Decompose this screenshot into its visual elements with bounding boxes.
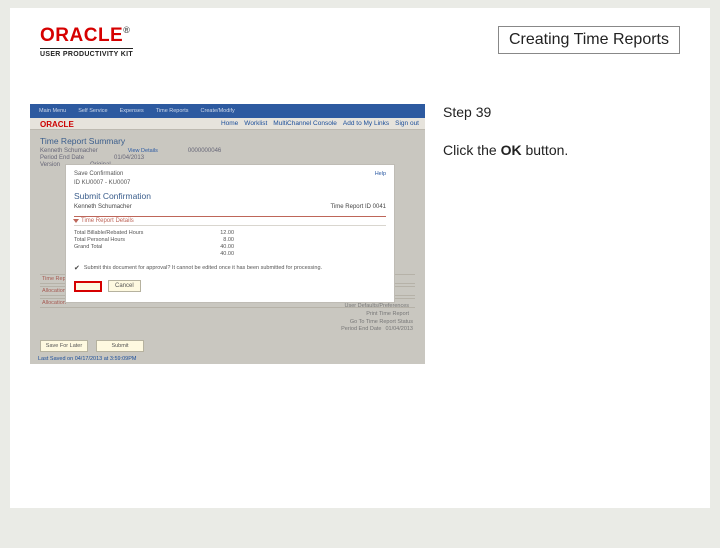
- instruction-pane: Step 39 Click the OK button.: [443, 104, 568, 364]
- banner-link[interactable]: Sign out: [395, 120, 419, 127]
- save-for-later-button[interactable]: Save For Later: [40, 340, 88, 352]
- last-saved: Last Saved on 04/17/2013 at 3:59:09PM: [38, 356, 136, 362]
- footer-link[interactable]: Print Time Report: [329, 311, 409, 319]
- app-banner: Home Worklist MultiChannel Console Add t…: [30, 118, 425, 130]
- brand-main: ORACLE: [40, 25, 123, 46]
- footer-right: User Defaults/Preferences Print Time Rep…: [301, 303, 413, 334]
- details-bar-label: Time Report Details: [81, 218, 134, 224]
- footer-buttons: Save For Later Submit: [40, 340, 144, 352]
- footer-link[interactable]: User Defaults/Preferences: [329, 303, 409, 311]
- totals-block: Total Billable/Rebated Hours 12.00 Total …: [74, 230, 234, 258]
- submit-confirmation-modal: Save Confirmation Help ID KU0007 - KU000…: [65, 164, 395, 303]
- doc-title: Creating Time Reports: [498, 26, 680, 54]
- period-label: Period End Date: [40, 155, 84, 161]
- total-label: Total Personal Hours: [74, 237, 125, 243]
- version-label: Version: [40, 162, 60, 168]
- confirm-text: Submit this document for approval? It ca…: [84, 265, 322, 271]
- summary-title: Time Report Summary: [40, 136, 415, 146]
- total-value: 40.00: [220, 244, 234, 250]
- nav-item[interactable]: Self Service: [75, 107, 110, 115]
- footer-value: 01/04/2013: [385, 326, 413, 332]
- cancel-button[interactable]: Cancel: [108, 280, 141, 292]
- nav-item[interactable]: Main Menu: [36, 107, 69, 115]
- modal-header: Save Confirmation: [74, 171, 123, 177]
- view-details-link[interactable]: View Details: [128, 148, 158, 154]
- footer-link[interactable]: Go To Time Report Status: [350, 319, 413, 325]
- brand-reg: ®: [123, 25, 130, 35]
- banner-link[interactable]: Home: [221, 120, 238, 127]
- brand-subtitle: USER PRODUCTIVITY KIT: [40, 48, 133, 58]
- instruction-text: Click the OK button.: [443, 142, 568, 158]
- banner-link[interactable]: Add to My Links: [343, 120, 389, 127]
- oracle-logo: ORACLE®: [40, 26, 133, 45]
- confirm-line: Submit this document for approval? It ca…: [74, 264, 386, 272]
- summary-report: 0000000046: [188, 148, 221, 154]
- summary-name: Kenneth Schumacher: [40, 148, 98, 154]
- app-logo: ORACLE: [38, 118, 76, 129]
- banner-link[interactable]: Worklist: [244, 120, 267, 127]
- instr-prefix: Click the: [443, 142, 501, 158]
- modal-report-value: 0041: [373, 204, 386, 210]
- modal-title: Submit Confirmation: [74, 191, 386, 201]
- modal-name: Kenneth Schumacher: [74, 204, 132, 210]
- banner-link[interactable]: MultiChannel Console: [273, 120, 337, 127]
- modal-report-label: Time Report ID: [331, 204, 371, 210]
- app-screenshot: Main Menu Self Service Expenses Time Rep…: [30, 104, 425, 364]
- modal-sub: ID KU0007 - KU0007: [74, 180, 386, 186]
- total-label: Grand Total: [74, 244, 102, 250]
- total-value: 8.00: [223, 237, 234, 243]
- period-value: 01/04/2013: [114, 155, 144, 161]
- submit-button[interactable]: Submit: [96, 340, 144, 352]
- nav-item[interactable]: Create/Modify: [198, 107, 238, 115]
- total-label: Total Billable/Rebated Hours: [74, 230, 143, 236]
- instr-bold: OK: [501, 142, 522, 158]
- step-label: Step 39: [443, 104, 568, 120]
- ok-button[interactable]: [74, 281, 102, 292]
- brand-block: ORACLE® USER PRODUCTIVITY KIT: [40, 26, 133, 58]
- help-link[interactable]: Help: [375, 171, 386, 177]
- nav-item[interactable]: Time Reports: [153, 107, 192, 115]
- instr-suffix: button.: [522, 142, 569, 158]
- total-value: 40.00: [220, 251, 234, 257]
- details-bar[interactable]: Time Report Details: [74, 216, 386, 226]
- footer-label: Period End Date: [301, 326, 381, 334]
- total-value: 12.00: [220, 230, 234, 236]
- nav-item[interactable]: Expenses: [117, 107, 147, 115]
- app-topnav: Main Menu Self Service Expenses Time Rep…: [30, 104, 425, 118]
